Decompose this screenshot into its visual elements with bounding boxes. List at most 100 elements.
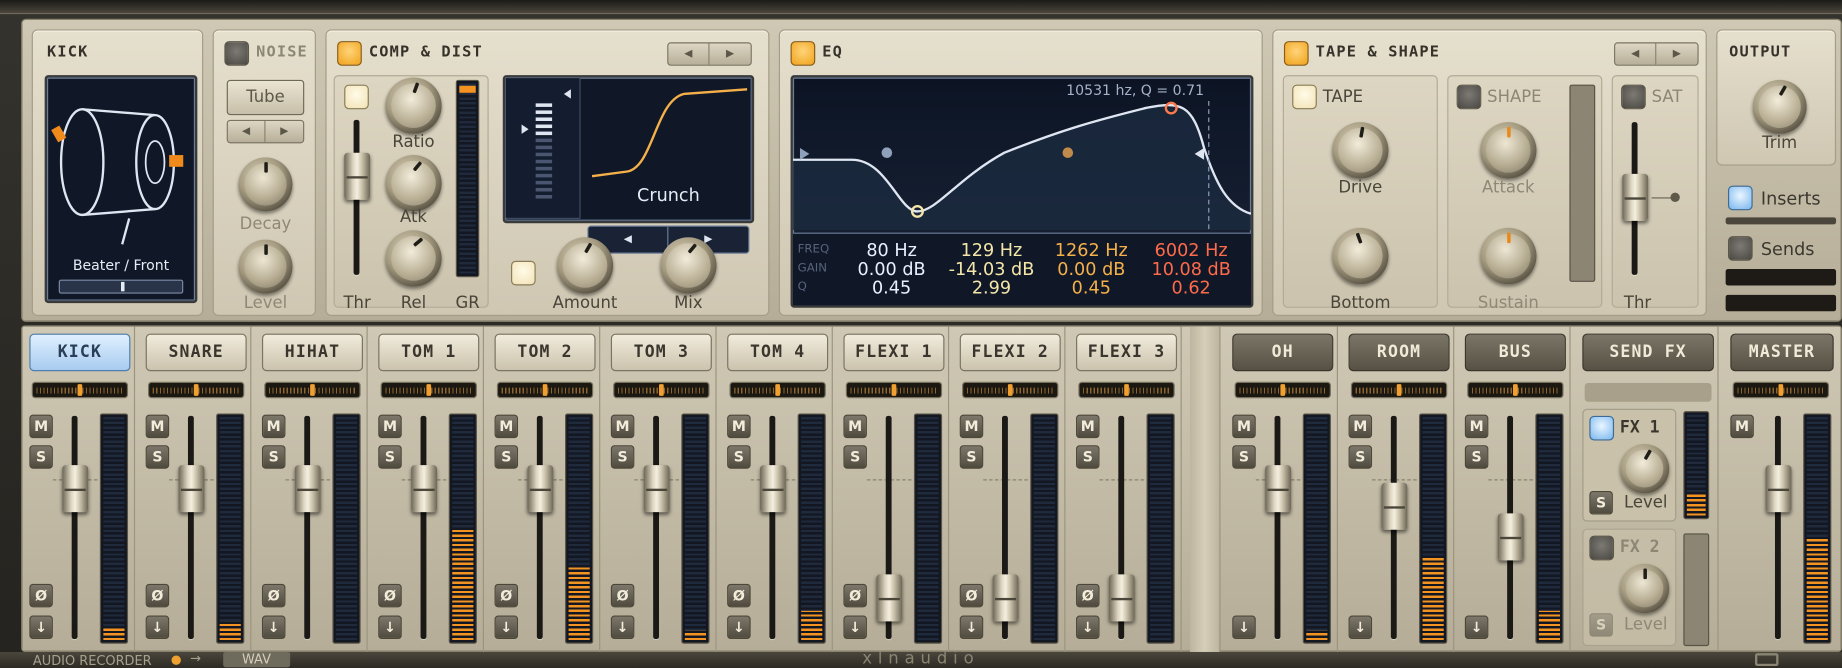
solo-button[interactable]: S (494, 445, 519, 469)
phase-invert-button[interactable]: Ø (843, 583, 867, 608)
route-button[interactable]: ↓ (1232, 615, 1256, 640)
route-button[interactable]: ↓ (29, 615, 53, 640)
solo-button[interactable]: S (378, 445, 402, 469)
channel-name-button[interactable]: TOM 2 (494, 333, 596, 372)
solo-button[interactable]: S (843, 445, 867, 469)
solo-button[interactable]: S (610, 445, 635, 469)
pan-slider[interactable] (31, 381, 129, 399)
volume-fader[interactable] (294, 465, 321, 513)
tape-preset-stepper[interactable]: ◀ ▶ (1614, 42, 1699, 66)
pan-slider[interactable] (380, 381, 477, 399)
compressor-toggle[interactable] (344, 84, 369, 110)
solo-button[interactable]: S (1348, 445, 1373, 469)
mute-button[interactable]: M (145, 414, 170, 439)
route-button[interactable]: ↓ (610, 615, 635, 640)
noise-toggle[interactable] (224, 41, 250, 66)
channel-name-button[interactable]: SNARE (145, 333, 247, 372)
send-slot-2[interactable] (1725, 294, 1837, 312)
pan-slider[interactable] (1078, 381, 1175, 399)
drive-knob[interactable] (1332, 122, 1389, 179)
route-button[interactable]: ↓ (145, 615, 170, 640)
mute-button[interactable]: M (610, 414, 635, 439)
mute-button[interactable]: M (1464, 414, 1489, 439)
eq-band-column[interactable]: 80 Hz 0.00 dB 0.45 (845, 241, 939, 297)
fx1-solo-button[interactable]: S (1589, 491, 1613, 515)
mute-button[interactable]: M (378, 414, 402, 439)
channel-name-button[interactable]: TOM 1 (378, 333, 480, 372)
volume-fader[interactable] (178, 465, 205, 513)
pan-slider[interactable] (1234, 381, 1331, 399)
channel-name-button[interactable]: BUS (1464, 333, 1566, 372)
tape-toggle[interactable] (1292, 84, 1317, 110)
channel-name-button[interactable]: KICK (29, 333, 131, 372)
solo-button[interactable]: S (29, 445, 53, 469)
route-button[interactable]: ↓ (1464, 615, 1489, 640)
master-pan[interactable] (1732, 381, 1830, 399)
sends-toggle[interactable] (1727, 236, 1753, 261)
volume-fader[interactable] (1265, 465, 1291, 513)
volume-fader[interactable] (1108, 574, 1135, 622)
prev-icon[interactable]: ◀ (228, 120, 266, 143)
mic-position-display[interactable]: Beater / Front (44, 75, 198, 304)
phase-invert-button[interactable]: Ø (1076, 583, 1100, 608)
attack-knob[interactable] (1480, 122, 1537, 179)
channel-name-button[interactable]: ROOM (1348, 333, 1450, 372)
volume-fader[interactable] (411, 465, 437, 513)
next-icon[interactable]: ▶ (266, 121, 304, 142)
master-mute-button[interactable]: M (1730, 414, 1754, 439)
master-button[interactable]: MASTER (1730, 333, 1834, 372)
noise-level-knob[interactable] (238, 239, 293, 294)
solo-button[interactable]: S (1232, 445, 1256, 469)
inserts-toggle[interactable] (1727, 185, 1753, 211)
volume-fader[interactable] (527, 465, 554, 513)
wav-format-button[interactable]: WAV (223, 651, 290, 668)
fx2-toggle[interactable] (1589, 535, 1615, 561)
phase-invert-button[interactable]: Ø (378, 583, 402, 608)
channel-name-button[interactable]: TOM 3 (610, 333, 712, 372)
solo-button[interactable]: S (959, 445, 984, 469)
shape-toggle[interactable] (1456, 84, 1482, 110)
phase-invert-button[interactable]: Ø (494, 583, 519, 608)
route-button[interactable]: ↓ (843, 615, 867, 640)
channel-name-button[interactable]: HIHAT (261, 333, 363, 372)
solo-button[interactable]: S (727, 445, 751, 469)
volume-fader[interactable] (760, 465, 786, 513)
channel-name-button[interactable]: FLEXI 1 (843, 333, 945, 372)
prev-icon[interactable]: ◀ (668, 43, 710, 65)
fx1-toggle[interactable] (1589, 415, 1615, 441)
solo-button[interactable]: S (261, 445, 286, 469)
eq-toggle[interactable] (790, 41, 816, 66)
mute-button[interactable]: M (29, 414, 53, 439)
mute-button[interactable]: M (1076, 414, 1100, 439)
noise-decay-knob[interactable] (238, 157, 293, 212)
bottom-knob[interactable] (1332, 227, 1389, 285)
route-button[interactable]: ↓ (959, 615, 984, 640)
next-icon[interactable]: ▶ (1656, 43, 1697, 64)
next-icon[interactable]: ▶ (710, 43, 751, 64)
send-slot-1[interactable] (1725, 269, 1837, 286)
fx1-level-knob[interactable] (1619, 444, 1670, 494)
attack-knob[interactable] (385, 155, 442, 212)
comp-preset-stepper[interactable]: ◀ ▶ (667, 42, 752, 66)
pan-slider[interactable] (496, 381, 594, 399)
phase-invert-button[interactable]: Ø (261, 583, 286, 608)
pan-slider[interactable] (962, 381, 1059, 399)
mute-button[interactable]: M (261, 414, 286, 439)
comp-dist-toggle[interactable] (337, 41, 362, 66)
eq-display[interactable]: 10531 hz, Q = 0.71 FREQ GAIN Q 80 Hz 0.00… (790, 75, 1254, 308)
release-knob[interactable] (385, 230, 442, 287)
tape-shape-toggle[interactable] (1283, 41, 1309, 66)
mute-button[interactable]: M (727, 414, 751, 439)
pan-slider[interactable] (1350, 381, 1448, 399)
record-icon[interactable] (171, 655, 181, 665)
noise-preset-display[interactable]: Tube (226, 79, 305, 116)
phase-invert-button[interactable]: Ø (610, 583, 635, 608)
noise-preset-stepper[interactable]: ◀ ▶ (226, 119, 305, 144)
phase-invert-button[interactable]: Ø (727, 583, 751, 608)
pan-slider[interactable] (148, 381, 245, 399)
volume-fader[interactable] (1381, 482, 1408, 530)
route-button[interactable]: ↓ (378, 615, 402, 640)
route-button[interactable]: ↓ (494, 615, 519, 640)
eq-band-column[interactable]: 6002 Hz 10.08 dB 0.62 (1144, 241, 1238, 297)
pan-slider[interactable] (613, 381, 710, 399)
